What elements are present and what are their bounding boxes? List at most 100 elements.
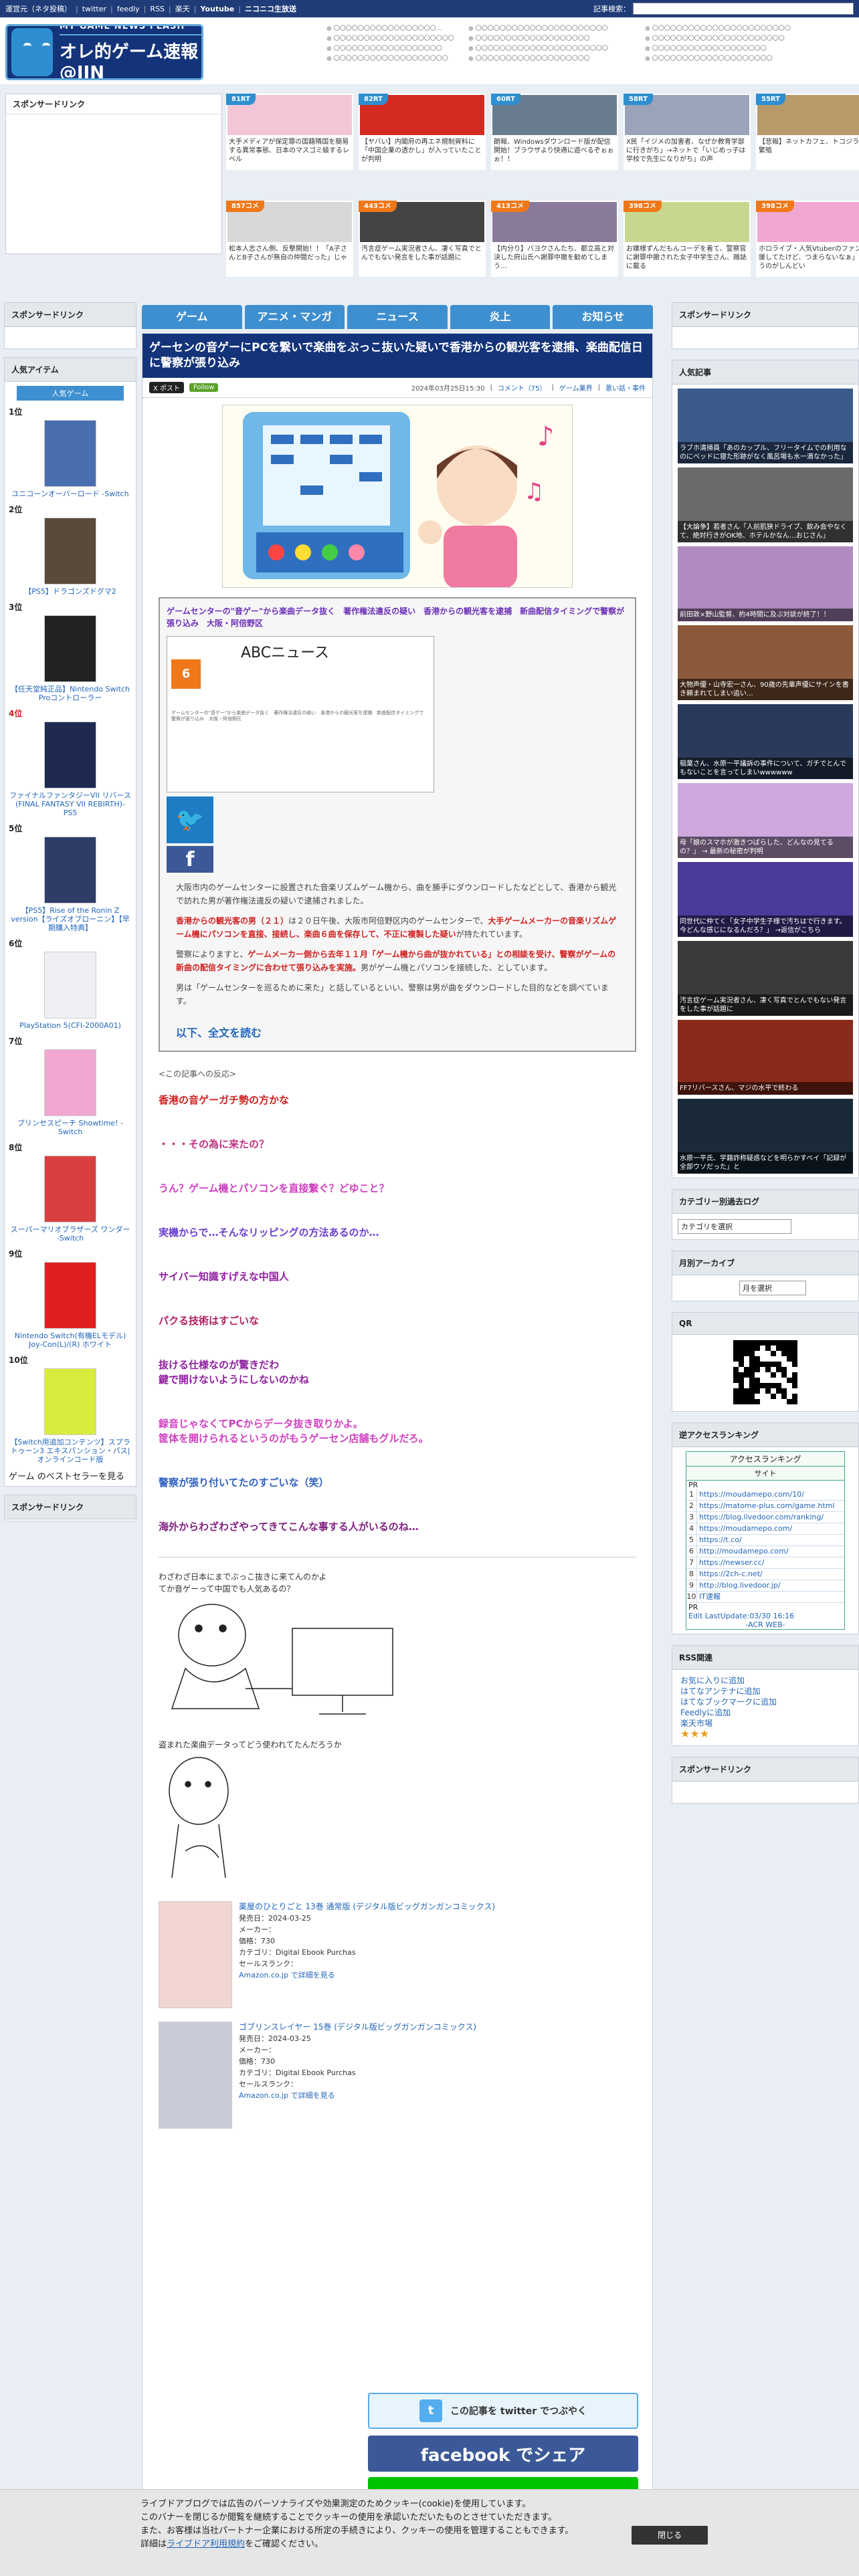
header-link[interactable]: 〇〇〇〇〇〇〇〇〇〇〇〇〇〇〇〇〇〇〇 — [468, 54, 608, 64]
product-title[interactable]: スーパーマリオブラザーズ ワンダー -Switch — [9, 1225, 132, 1243]
product-image[interactable] — [44, 837, 96, 903]
quote-headline-link[interactable]: ゲームセンターの"音ゲー"から楽曲データ抜く 著作権法違反の疑い 香港からの観光… — [167, 605, 628, 629]
access-ranking-updated[interactable]: Edit LastUpdate:03/30 16:16 — [686, 1612, 844, 1620]
amazon-detail-link[interactable]: Amazon.co.jp で詳細を見る — [239, 1971, 335, 1979]
product-image[interactable] — [44, 1262, 96, 1329]
abc-news-embed[interactable]: ABCニュース 6 ゲームセンターの"音ゲー"から楽曲データ抜く 著作権法違反の… — [167, 636, 434, 792]
product-image[interactable] — [44, 615, 96, 682]
header-link[interactable]: 〇〇〇〇〇〇〇〇〇〇〇〇〇〇〇〇〇〇〇 — [645, 44, 791, 54]
popular-article[interactable]: 水原一平氏、学籍詐称疑惑などを明らかすべイ「記録が全部ウソだった」と — [678, 1099, 853, 1174]
search-input[interactable] — [633, 3, 854, 15]
product-title[interactable]: ファイナルファンタジーVII リバース(FINAL FANTASY VII RE… — [9, 791, 132, 817]
access-link[interactable]: https://moudamepo.com/ — [697, 1523, 792, 1534]
product-title[interactable]: 【任天堂純正品】Nintendo Switch Proコントローラー — [9, 685, 132, 702]
thumb-card[interactable]: 398コメ お嬢様ずんだもんコーデを着て、警察官に謝罪中撤された女子中学生さん、雑… — [624, 201, 751, 277]
product-image[interactable] — [44, 722, 96, 788]
topbar-link-rss[interactable]: RSS — [150, 5, 165, 13]
product-image[interactable] — [44, 952, 96, 1018]
thumb-card[interactable]: 58RT X民「イジメの加害者、なぜか教育学部に行きがち」→ネットで「いじめっ子は… — [624, 94, 751, 170]
comment-count-link[interactable]: コメント（75） — [498, 383, 547, 393]
popular-article[interactable]: ラブホ清掃員「あのカップル、フリータイムでの利用なのにベッドに寝た形跡がなく風呂… — [678, 389, 853, 463]
read-more-link[interactable]: 以下、全文を読む — [167, 1020, 628, 1044]
product-image[interactable] — [44, 420, 96, 487]
header-link[interactable]: 〇〇〇〇〇〇〇〇〇〇〇〇〇〇〇〇〇〇〇〇〇〇〇 — [645, 24, 791, 34]
product-image[interactable] — [44, 1156, 96, 1222]
facebook-icon[interactable]: f — [167, 846, 213, 873]
header-link[interactable]: 〇〇〇〇〇〇〇〇〇〇〇〇〇〇〇〇〇〇〇〇 — [645, 54, 791, 64]
popular-article[interactable]: 母「娘のスマホが激きつばらした、どんなの見てるの？」 → 最新の秘密が判明 — [678, 783, 853, 858]
header-link[interactable]: 〇〇〇〇〇〇〇〇〇〇〇〇〇〇〇〇〇〇〇〇 — [326, 34, 454, 44]
tab-game[interactable]: ゲーム — [142, 305, 242, 329]
thumb-card[interactable]: 81RT 大手メディアが保定罪の国籍隣国を簡易する異常事態、日本のマスゴミ級するレ… — [226, 94, 353, 170]
thumb-card[interactable]: 55RT 【悲報】ネットカフェ、トコジラミが大繁殖 — [756, 94, 859, 170]
book-cover[interactable] — [159, 1901, 232, 2008]
tab-anime-manga[interactable]: アニメ・マンガ — [244, 305, 345, 329]
thumb-card[interactable]: 398コメホロライブ・人気Vtuberのファン「応援してたけど、つまらないなぁ」… — [756, 201, 859, 277]
bestseller-link[interactable]: ゲーム のベストセラーを見る — [9, 1469, 132, 1482]
rss-link[interactable]: お気に入りに追加 — [680, 1675, 850, 1686]
share-twitter-button[interactable]: t この記事を twitter でつぶやく — [368, 2393, 638, 2429]
topbar-link-submit[interactable]: 運営元（ネタ投稿） — [5, 3, 72, 14]
book-cover[interactable] — [159, 2022, 232, 2129]
access-link[interactable]: IT速報 — [697, 1592, 721, 1602]
product-title[interactable]: 【PS5】ドラゴンズドグマ2 — [9, 587, 132, 596]
access-link[interactable]: https://blog.livedoor.com/ranking/ — [697, 1512, 824, 1523]
share-facebook-button[interactable]: facebook でシェア — [368, 2436, 638, 2472]
access-link[interactable]: http://moudamepo.com/ — [697, 1546, 789, 1557]
thumb-card[interactable]: 443コメ 汚言症ゲーム実況者さん、凄く写真でとんでもない発言をした事が話題に — [359, 201, 486, 277]
product-title[interactable]: ユニコーンオーバーロード -Switch — [9, 490, 132, 498]
month-select[interactable]: 月を選択 — [739, 1281, 806, 1295]
access-link[interactable]: https://t.co/ — [697, 1535, 742, 1545]
cookie-close-button[interactable]: 閉じる — [632, 2526, 708, 2545]
twitter-bird-icon[interactable]: 🐦 — [167, 796, 213, 843]
book-title-link[interactable]: 薬屋のひとりごと 13巻 通常版 (デジタル版ビッグガンガンコミックス) — [239, 1901, 495, 1913]
share-line-button[interactable] — [368, 2477, 638, 2490]
popular-article[interactable]: 大物声優・山寺宏一さん、90歳の先輩声優にサインを書き頼まれてしまい追い… — [678, 625, 853, 700]
popular-games-tab[interactable]: 人気ゲーム — [17, 386, 124, 401]
access-link[interactable]: https://moudamepo.com/10/ — [697, 1489, 804, 1500]
thumb-card[interactable]: 413コメ 【内分り】バヨクさんたち、都立高と対決した府山氏へ謝罪中撤を勧めてしま… — [491, 201, 618, 277]
rss-link[interactable]: Feedlyに追加 — [680, 1707, 850, 1718]
amazon-detail-link[interactable]: Amazon.co.jp で詳細を見る — [239, 2091, 335, 2100]
header-link[interactable]: 〇〇〇〇〇〇〇〇〇〇〇〇〇〇〇〇〇〇 — [326, 44, 454, 54]
acr-web-link[interactable]: -ACR WEB- — [686, 1620, 844, 1629]
tab-news[interactable]: ニュース — [347, 305, 448, 329]
access-link[interactable]: http://blog.livedoor.jp/ — [697, 1580, 781, 1591]
access-link[interactable]: https://newser.cc/ — [697, 1558, 764, 1568]
site-logo[interactable]: MY GAME NEWS FLASH オレ的ゲーム速報@JIN — [5, 24, 203, 80]
header-link[interactable]: 〇〇〇〇〇〇〇〇〇〇〇〇〇〇〇〇〇〇〇〇〇〇 — [468, 24, 608, 34]
header-link[interactable]: 〇〇〇〇〇〇〇〇〇〇〇〇〇〇〇〇〇〇〇 — [468, 34, 608, 44]
rss-link[interactable]: はてなブックマークに追加 — [680, 1697, 850, 1707]
product-image[interactable] — [44, 518, 96, 584]
product-image[interactable] — [44, 1049, 96, 1116]
follow-button[interactable]: Follow — [189, 383, 219, 392]
x-post-button[interactable]: X ポスト — [149, 382, 185, 393]
product-title[interactable]: プリンセスピーチ Showtime! -Switch — [9, 1119, 132, 1136]
popular-article[interactable]: 前田敦×野山監督、約4時間に及ぶ対談が終了！！ — [678, 546, 853, 621]
topbar-link-niconico[interactable]: ニコニコ生放送 — [245, 3, 296, 14]
tab-flame[interactable]: 炎上 — [450, 305, 551, 329]
header-link[interactable]: 〇〇〇〇〇〇〇〇〇〇〇〇〇〇〇〇〇〇〇 — [326, 54, 454, 64]
popular-article[interactable]: 稲葉さん、水原一平議訴の事件について、ガチでとんでもないことを言ってしまいwww… — [678, 704, 853, 779]
product-title[interactable]: 【Switch用追加コンテンツ】スプラトゥーン3 エキスパンション・パス|オンラ… — [9, 1438, 132, 1464]
thumb-card[interactable]: 82RT 【ヤバい】内閣府の再エネ規制資料に「中国企業の透かし」が入っていたことが… — [359, 94, 486, 170]
header-link[interactable]: 〇〇〇〇〇〇〇〇〇〇〇〇〇〇〇〇〇〇〇〇〇〇 — [645, 34, 791, 44]
header-link[interactable]: 〇〇〇〇〇〇〇〇〇〇〇〇〇〇〇〇〇... — [326, 24, 454, 34]
thumb-card[interactable]: 857コメ 松本人志さん側、反撃開始！！「A子さんとB子さんが無自の仲間だった」じ… — [226, 201, 353, 277]
rss-link[interactable]: はてなアンテナに追加 — [680, 1686, 850, 1697]
livedoor-terms-link[interactable]: ライブドア利用規約 — [167, 2539, 245, 2549]
popular-article[interactable]: 汚言症ゲーム実況者さん、凄く写真でとんでもない発言をした事が話題に — [678, 941, 853, 1016]
topbar-link-twitter[interactable]: twitter — [82, 5, 106, 13]
popular-article[interactable]: 【大論争】若者さん「人前肌狭ドライブ、飲み会やなくて、絶対行きがOK地、ホテルか… — [678, 467, 853, 542]
product-title[interactable]: Nintendo Switch(有機ELモデル) Joy-Con(L)/(R) … — [9, 1331, 132, 1349]
book-title-link[interactable]: ゴブリンスレイヤー 15巻 (デジタル版ビッグガンガンコミックス) — [239, 2022, 476, 2033]
category-select[interactable]: カテゴリを選択 — [678, 1219, 791, 1234]
popular-article[interactable]: 同世代に仲てく「女子中学生子様で汚ちはで行きます。今どんな感じになるんだろ？」 … — [678, 862, 853, 937]
category-link[interactable]: ゲーム業界 — [559, 383, 593, 393]
tag-link[interactable]: 悪い話・事件 — [605, 383, 646, 393]
product-image[interactable] — [44, 1368, 96, 1435]
topbar-link-youtube[interactable]: Youtube — [200, 5, 234, 13]
product-title[interactable]: 【PS5】Rise of the Ronin Z version【ライズオブロー… — [9, 906, 132, 932]
header-link[interactable]: 〇〇〇〇〇〇〇〇〇〇〇〇〇〇〇〇〇〇〇〇〇〇 — [468, 44, 608, 54]
access-link[interactable]: https://2ch-c.net/ — [697, 1569, 763, 1580]
